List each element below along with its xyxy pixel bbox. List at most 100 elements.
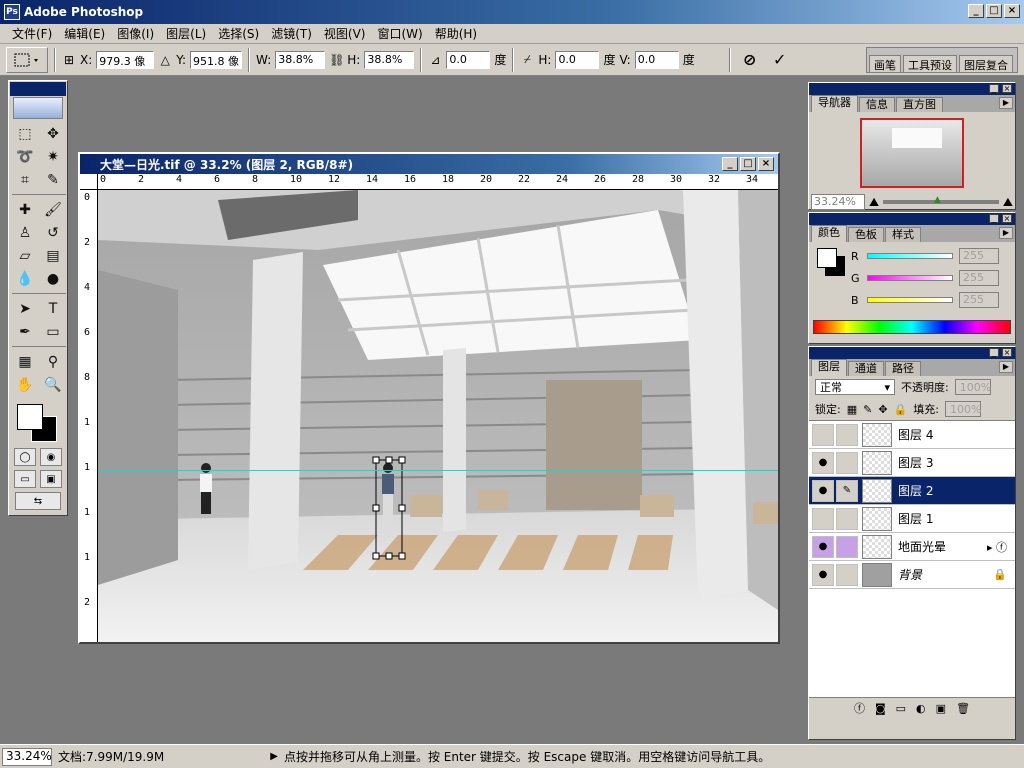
tab-info[interactable]: 信息 bbox=[859, 97, 895, 112]
dodge-tool-icon[interactable]: ● bbox=[40, 268, 66, 290]
menu-file[interactable]: 文件(F) bbox=[6, 25, 58, 42]
navigator-thumbnail[interactable] bbox=[860, 118, 964, 188]
well-tab-tool-presets[interactable]: 工具预设 bbox=[903, 55, 957, 72]
foreground-color-box[interactable] bbox=[817, 248, 837, 268]
b-slider[interactable] bbox=[867, 297, 953, 303]
restore-icon[interactable]: □ bbox=[986, 4, 1002, 18]
lasso-tool-icon[interactable]: ➰ bbox=[12, 146, 38, 168]
y-field[interactable]: 951.8 像 bbox=[190, 50, 243, 69]
standard-mode-icon[interactable]: ◯ bbox=[14, 448, 36, 466]
lock-image-icon[interactable]: ✎ bbox=[863, 403, 872, 416]
b-value-field[interactable]: 255 bbox=[959, 292, 999, 308]
tool-preset-picker[interactable] bbox=[6, 46, 48, 73]
g-slider[interactable] bbox=[867, 275, 953, 281]
tab-histogram[interactable]: 直方图 bbox=[896, 97, 943, 112]
tab-color[interactable]: 颜色 bbox=[811, 225, 847, 242]
menu-select[interactable]: 选择(S) bbox=[212, 25, 265, 42]
zoom-out-icon[interactable]: ⛰ bbox=[869, 195, 879, 210]
link-icon[interactable]: ⛓ bbox=[329, 53, 344, 67]
panel-close-icon[interactable]: × bbox=[1002, 84, 1012, 93]
vertical-ruler[interactable]: 0 2 4 6 8 1 1 1 1 2 bbox=[80, 190, 98, 642]
foreground-color-swatch[interactable] bbox=[17, 404, 43, 430]
minimize-icon[interactable]: _ bbox=[968, 4, 984, 18]
toolbox-logo[interactable] bbox=[13, 97, 63, 119]
layer-row-background[interactable]: ● 背景 🔒 bbox=[809, 561, 1015, 589]
doc-close-icon[interactable]: × bbox=[758, 157, 774, 171]
image-canvas[interactable] bbox=[98, 190, 778, 642]
tab-paths[interactable]: 路径 bbox=[885, 361, 921, 376]
layer-style-icon[interactable]: ⓕ bbox=[854, 700, 865, 716]
shape-tool-icon[interactable]: ▭ bbox=[40, 321, 66, 343]
panel-close-icon[interactable]: × bbox=[1002, 348, 1012, 357]
panel-minimize-icon[interactable]: _ bbox=[989, 348, 999, 357]
quick-mask-mode-icon[interactable]: ◉ bbox=[40, 448, 62, 466]
layer-effects-icon[interactable]: ▸ ⓕ bbox=[987, 539, 1007, 555]
visibility-toggle[interactable] bbox=[812, 423, 834, 446]
tab-swatches[interactable]: 色板 bbox=[848, 227, 884, 242]
menu-edit[interactable]: 编辑(E) bbox=[58, 25, 111, 42]
tab-channels[interactable]: 通道 bbox=[848, 361, 884, 376]
panel-close-icon[interactable]: × bbox=[1002, 214, 1012, 223]
cancel-transform-icon[interactable]: ⊘ bbox=[737, 50, 763, 69]
layer-link-toggle[interactable] bbox=[836, 563, 858, 586]
screen-mode-full-icon[interactable]: ▣ bbox=[40, 470, 62, 488]
eye-icon[interactable]: ● bbox=[812, 479, 834, 502]
brush-tool-icon[interactable]: 🖌 bbox=[40, 199, 66, 221]
well-tab-layer-comps[interactable]: 图层复合 bbox=[959, 55, 1013, 72]
r-slider[interactable] bbox=[867, 253, 953, 259]
menu-window[interactable]: 窗口(W) bbox=[371, 25, 428, 42]
x-field[interactable]: 979.3 像 bbox=[96, 50, 155, 69]
menu-filter[interactable]: 滤镜(T) bbox=[265, 25, 318, 42]
magic-wand-tool-icon[interactable]: ✷ bbox=[40, 146, 66, 168]
panel-menu-icon[interactable]: ▶ bbox=[999, 97, 1013, 109]
menu-layer[interactable]: 图层(L) bbox=[160, 25, 212, 42]
layer-row-4[interactable]: 图层 4 bbox=[809, 421, 1015, 449]
layer-row-3[interactable]: ● 图层 3 bbox=[809, 449, 1015, 477]
layer-link-toggle[interactable] bbox=[836, 451, 858, 474]
menu-image[interactable]: 图像(I) bbox=[111, 25, 160, 42]
layer-link-toggle[interactable] bbox=[836, 423, 858, 446]
new-layer-icon[interactable]: ▣ bbox=[936, 702, 946, 715]
pen-tool-icon[interactable]: ✒ bbox=[12, 321, 38, 343]
lock-all-icon[interactable]: 🔒 bbox=[894, 403, 908, 416]
well-tab-brushes[interactable]: 画笔 bbox=[869, 55, 901, 72]
type-tool-icon[interactable]: T bbox=[40, 298, 66, 320]
brush-icon[interactable]: ✎ bbox=[836, 479, 858, 502]
notes-tool-icon[interactable]: ▦ bbox=[12, 351, 38, 373]
screen-mode-icon[interactable]: ▭ bbox=[14, 470, 36, 488]
tab-navigator[interactable]: 导航器 bbox=[811, 95, 858, 112]
visibility-toggle[interactable] bbox=[812, 507, 834, 530]
color-spectrum-ramp[interactable] bbox=[813, 320, 1011, 334]
rotate-field[interactable]: 0.0 bbox=[446, 50, 491, 69]
eraser-tool-icon[interactable]: ▱ bbox=[12, 245, 38, 267]
history-brush-tool-icon[interactable]: ↺ bbox=[40, 222, 66, 244]
new-group-icon[interactable]: ▭ bbox=[896, 702, 906, 715]
zoom-slider-knob[interactable]: ▲ bbox=[934, 195, 941, 205]
cyan-guide-line[interactable] bbox=[98, 470, 778, 471]
panel-menu-icon[interactable]: ▶ bbox=[999, 361, 1013, 373]
adjustment-layer-icon[interactable]: ◐ bbox=[916, 702, 926, 715]
navigator-zoom-field[interactable]: 33.24% bbox=[811, 194, 865, 210]
panel-minimize-icon[interactable]: _ bbox=[989, 84, 999, 93]
delete-layer-icon[interactable]: 🗑 bbox=[956, 702, 970, 715]
g-value-field[interactable]: 255 bbox=[959, 270, 999, 286]
zoom-in-icon[interactable]: ⛰ bbox=[1003, 195, 1013, 210]
eye-icon[interactable]: ● bbox=[812, 535, 834, 558]
jump-to-imageready-icon[interactable]: ⇆ bbox=[15, 492, 61, 510]
tab-layers[interactable]: 图层 bbox=[811, 359, 847, 376]
hand-tool-icon[interactable]: ✋ bbox=[12, 374, 38, 396]
doc-minimize-icon[interactable]: _ bbox=[722, 157, 738, 171]
move-tool-icon[interactable]: ✥ bbox=[40, 123, 66, 145]
layer-link-toggle[interactable] bbox=[836, 507, 858, 530]
r-value-field[interactable]: 255 bbox=[959, 248, 999, 264]
opacity-field[interactable]: 100% bbox=[954, 379, 991, 395]
ruler-origin[interactable] bbox=[80, 174, 98, 190]
height-field[interactable]: 38.8% bbox=[364, 50, 415, 69]
crop-tool-icon[interactable]: ⌗ bbox=[12, 169, 38, 191]
reference-point-icon[interactable]: ⊞ bbox=[62, 53, 76, 67]
layer-row-2-selected[interactable]: ● ✎ 图层 2 bbox=[809, 477, 1015, 505]
panel-menu-icon[interactable]: ▶ bbox=[999, 227, 1013, 239]
zoom-tool-icon[interactable]: 🔍 bbox=[40, 374, 66, 396]
eyedropper-tool-icon[interactable]: ⚲ bbox=[40, 351, 66, 373]
eye-icon[interactable]: ● bbox=[812, 451, 834, 474]
